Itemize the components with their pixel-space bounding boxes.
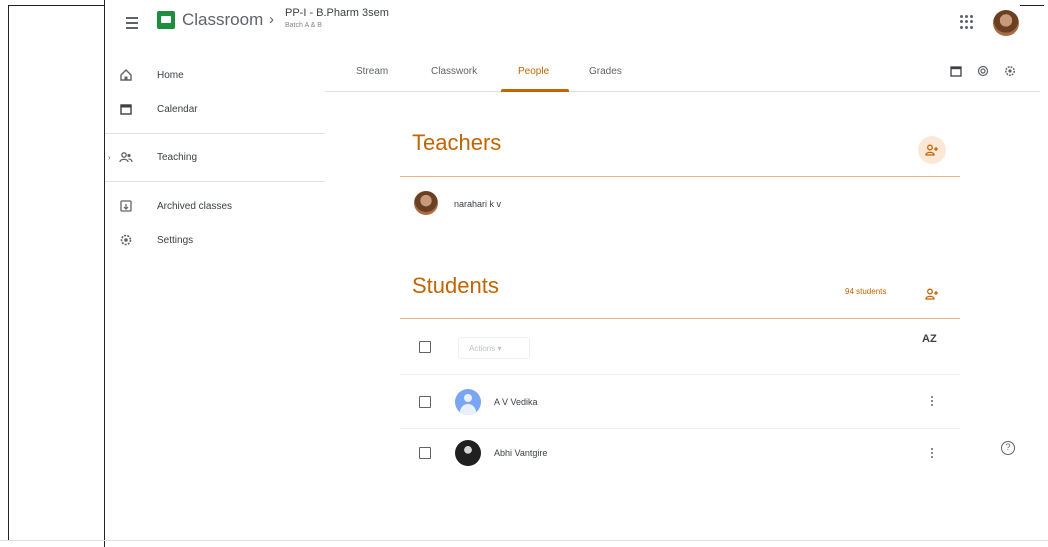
sidebar-item-label: Archived classes bbox=[157, 200, 233, 212]
sidebar-item-archived-classes[interactable]: Archived classes bbox=[105, 191, 325, 221]
sidebar-item-label: Settings bbox=[157, 234, 194, 246]
sidebar-item-label: Teaching bbox=[157, 151, 198, 163]
tab-people[interactable]: People bbox=[518, 66, 549, 77]
sidebar-item-home[interactable]: Home bbox=[105, 60, 325, 90]
tab-classwork[interactable]: Classwork bbox=[431, 66, 477, 77]
breadcrumb-separator: › bbox=[269, 11, 274, 28]
frame-line-bottom bbox=[0, 540, 1048, 541]
sort-az-button[interactable]: AZ bbox=[922, 333, 937, 345]
add-person-icon bbox=[925, 288, 938, 300]
main-menu-button[interactable] bbox=[122, 14, 142, 34]
row-divider bbox=[400, 428, 960, 429]
actions-dropdown[interactable]: Actions ▾ bbox=[458, 337, 530, 359]
avatar bbox=[414, 191, 438, 215]
calendar-icon bbox=[120, 104, 132, 115]
add-person-icon bbox=[925, 144, 938, 156]
calendar-icon[interactable] bbox=[950, 65, 962, 77]
gear-icon bbox=[120, 234, 132, 246]
sidebar-divider bbox=[105, 133, 325, 134]
account-avatar[interactable] bbox=[993, 10, 1019, 36]
frame-line-top bbox=[8, 5, 105, 6]
class-tabs: Stream Classwork People Grades bbox=[325, 52, 1040, 92]
invite-students-button[interactable] bbox=[918, 280, 946, 308]
active-tab-indicator bbox=[501, 89, 569, 92]
app-brand-name[interactable]: Classroom bbox=[182, 10, 263, 30]
sidebar-item-calendar[interactable]: Calendar bbox=[105, 94, 325, 124]
drive-folder-icon[interactable] bbox=[977, 65, 989, 77]
teachers-heading: Teachers bbox=[412, 130, 502, 155]
student-count: 94 students bbox=[845, 287, 887, 296]
tab-stream[interactable]: Stream bbox=[356, 66, 388, 77]
tab-grades[interactable]: Grades bbox=[589, 66, 622, 77]
sidebar-item-settings[interactable]: Settings bbox=[105, 225, 325, 255]
sidebar-item-label: Home bbox=[157, 69, 184, 81]
select-all-checkbox[interactable] bbox=[419, 341, 431, 353]
frame-line-left bbox=[8, 5, 9, 541]
teacher-name[interactable]: narahari k v bbox=[454, 199, 501, 209]
more-options-icon[interactable] bbox=[927, 394, 937, 410]
people-icon bbox=[119, 152, 133, 163]
student-name[interactable]: A V Vedika bbox=[494, 397, 538, 407]
sidebar: Home Calendar › Teaching Archived classe… bbox=[105, 52, 325, 540]
teachers-divider bbox=[400, 176, 960, 177]
classroom-logo-icon[interactable] bbox=[157, 11, 175, 29]
class-subtitle: Batch A & B bbox=[285, 22, 322, 29]
app-header: Classroom › PP-I - B.Pharm 3sem Batch A … bbox=[105, 0, 1040, 52]
sidebar-divider bbox=[105, 181, 325, 182]
archive-icon bbox=[120, 200, 132, 212]
row-divider bbox=[400, 374, 960, 375]
avatar bbox=[455, 389, 481, 415]
student-checkbox[interactable] bbox=[419, 447, 431, 459]
apps-grid-icon[interactable] bbox=[960, 15, 974, 29]
more-options-icon[interactable] bbox=[927, 446, 937, 462]
invite-teacher-button[interactable] bbox=[918, 136, 946, 164]
expand-caret-icon[interactable]: › bbox=[108, 153, 111, 162]
sidebar-item-label: Calendar bbox=[157, 103, 198, 115]
student-name[interactable]: Abhi Vantgire bbox=[494, 448, 547, 458]
students-divider bbox=[400, 318, 960, 319]
sidebar-item-teaching[interactable]: › Teaching bbox=[105, 142, 325, 172]
students-heading: Students bbox=[412, 273, 499, 298]
gear-icon[interactable] bbox=[1004, 65, 1016, 77]
avatar bbox=[455, 440, 481, 466]
student-checkbox[interactable] bbox=[419, 396, 431, 408]
class-title[interactable]: PP-I - B.Pharm 3sem bbox=[285, 7, 389, 19]
home-icon bbox=[120, 69, 132, 81]
help-icon[interactable]: ? bbox=[1001, 441, 1015, 455]
